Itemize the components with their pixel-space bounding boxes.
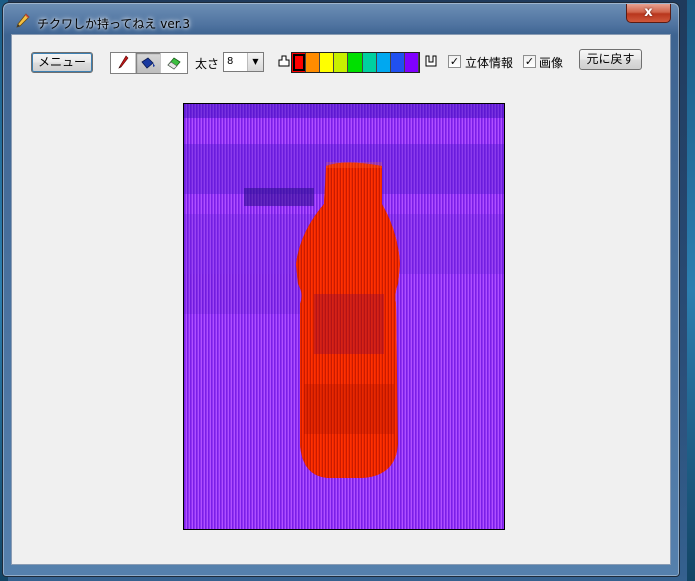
pen-tool-button[interactable] (111, 53, 136, 73)
undo-button[interactable]: 元に戻す (579, 49, 642, 70)
tool-group (110, 52, 188, 74)
title-bar[interactable]: チクワしか持ってねえ ver.3 x (3, 3, 679, 37)
paint-bucket-icon (141, 57, 155, 69)
pen-icon (118, 55, 129, 69)
stereogram-canvas[interactable] (183, 103, 505, 530)
window-title: チクワしか持ってねえ ver.3 (37, 17, 190, 31)
color-swatch[interactable] (334, 53, 349, 72)
eraser-tool-button[interactable] (161, 53, 186, 73)
color-swatch[interactable] (306, 53, 321, 72)
fill-tool-button[interactable] (136, 53, 161, 73)
color-swatch[interactable] (320, 53, 335, 72)
concave-icon[interactable] (424, 54, 438, 68)
stereogram-image (184, 104, 504, 529)
close-button[interactable]: x (626, 4, 671, 23)
stereo-info-checkbox[interactable]: ✓ (448, 55, 461, 68)
color-palette (291, 52, 420, 73)
image-label: 画像 (539, 56, 564, 70)
eraser-icon (166, 57, 181, 70)
size-value: 8 (227, 56, 234, 67)
size-select[interactable]: 8 ▼ (223, 52, 264, 72)
color-swatch[interactable] (348, 53, 363, 72)
color-swatch[interactable] (292, 53, 307, 72)
image-checkbox[interactable]: ✓ (523, 55, 536, 68)
pencil-app-icon (16, 13, 30, 28)
stereo-info-label: 立体情報 (465, 56, 514, 70)
client-area: メニュー 太さ 8 ▼ ✓ 立体情報 ✓ 画像 元に戻す (11, 34, 671, 565)
size-label: 太さ (195, 57, 220, 71)
color-swatch[interactable] (376, 53, 391, 72)
color-swatch[interactable] (362, 53, 377, 72)
desktop-edge-right (687, 0, 695, 581)
chevron-down-icon[interactable]: ▼ (247, 53, 263, 71)
convex-icon[interactable] (277, 54, 291, 68)
menu-button[interactable]: メニュー (31, 52, 93, 73)
color-swatch[interactable] (390, 53, 405, 72)
color-swatch[interactable] (404, 53, 419, 72)
app-window: チクワしか持ってねえ ver.3 x メニュー 太さ 8 ▼ ✓ 立体情報 ✓ … (2, 2, 680, 577)
